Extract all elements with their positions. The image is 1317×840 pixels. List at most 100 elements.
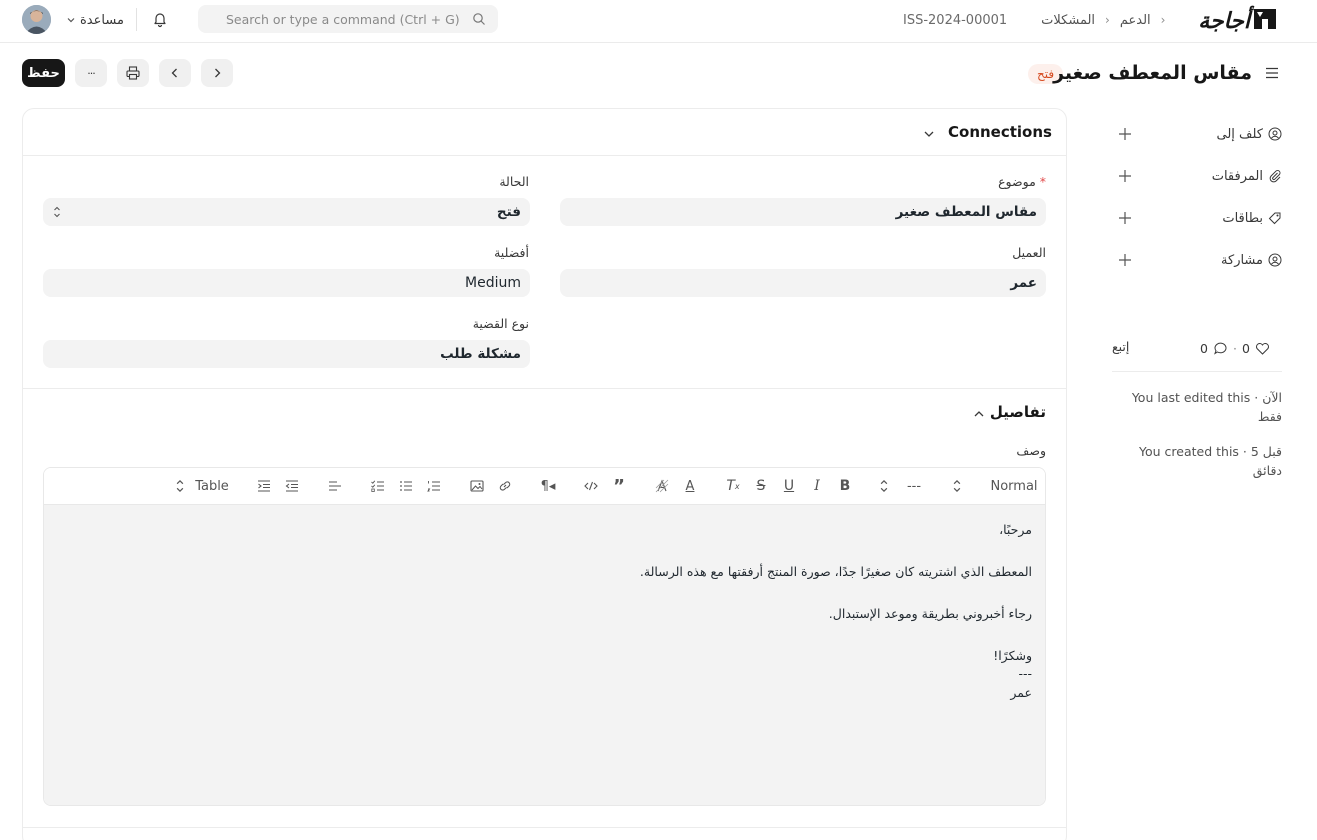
connections-title[interactable]: Connections xyxy=(948,123,1052,141)
connections-section-header[interactable] xyxy=(22,108,1067,156)
table-select[interactable]: Table xyxy=(192,477,232,495)
sidebar-item-attachments-label: المرفقات xyxy=(1211,168,1263,184)
text-direction-icon[interactable]: ¶◂ xyxy=(540,477,556,495)
chevron-down-icon xyxy=(67,18,75,23)
editor-line: عمر xyxy=(1010,685,1032,700)
chevron-down-icon[interactable] xyxy=(922,127,936,141)
user-avatar[interactable] xyxy=(22,5,51,34)
status-value: فتح xyxy=(496,204,521,220)
heart-icon[interactable] xyxy=(1255,341,1270,356)
align-icon[interactable] xyxy=(327,477,343,495)
status-label: الحالة xyxy=(499,174,529,189)
section-divider xyxy=(22,827,1067,828)
separator-dot: · xyxy=(1232,340,1237,356)
indent-icon[interactable] xyxy=(256,477,272,495)
next-button[interactable] xyxy=(201,59,233,87)
subject-field[interactable]: مقاس المعطف صغير xyxy=(560,198,1046,226)
issue-type-value: مشكلة طلب xyxy=(440,346,521,362)
issue-type-label: نوع القضية xyxy=(472,316,529,331)
header-select[interactable]: Normal xyxy=(990,477,1038,495)
follow-button[interactable]: إتبع xyxy=(1112,339,1129,354)
issue-type-field[interactable]: مشكلة طلب xyxy=(43,340,530,368)
more-options-button[interactable]: ··· xyxy=(75,59,107,87)
sidebar-item-attachments-label-wrap: المرفقات xyxy=(1212,166,1282,186)
sidebar-item-tags-label-wrap: بطاقات xyxy=(1222,208,1282,228)
description-label: وصف xyxy=(1016,443,1046,458)
search-bar[interactable] xyxy=(198,5,498,33)
tag-icon xyxy=(1268,212,1281,225)
paperclip-icon xyxy=(1269,170,1281,183)
blockquote-icon[interactable]: ” xyxy=(611,476,627,497)
subject-value: مقاس المعطف صغير xyxy=(895,204,1037,220)
bold-icon[interactable]: B xyxy=(837,477,853,495)
activity-created: You created this · قبل 5 دقائق xyxy=(1139,444,1282,478)
clear-format-icon[interactable]: Tx xyxy=(725,477,741,495)
outdent-icon[interactable] xyxy=(284,477,300,495)
page-title: مقاس المعطف صغير xyxy=(1053,62,1252,84)
editor-line: رجاء أخبروني بطريقة وموعد الإستبدال. xyxy=(828,606,1032,621)
plus-icon[interactable] xyxy=(1117,210,1133,226)
description-editor[interactable]: Normal --- B I U S Tx A ” ¶◂ Table مرحبً… xyxy=(43,467,1046,806)
strikethrough-icon[interactable]: S xyxy=(753,477,769,495)
chevron-up-icon[interactable] xyxy=(972,407,986,421)
plus-icon[interactable] xyxy=(1117,126,1133,142)
plus-icon[interactable] xyxy=(1117,252,1133,268)
editor-content[interactable]: مرحبًا، المعطف الذي اشتريته كان صغيرًا ج… xyxy=(44,505,1045,805)
editor-line: --- xyxy=(1018,666,1032,681)
comment-icon[interactable] xyxy=(1213,341,1228,356)
customer-label: العميل xyxy=(1012,245,1046,260)
required-mark: * xyxy=(1039,174,1046,189)
breadcrumb-support[interactable]: الدعم xyxy=(1120,13,1151,28)
italic-icon[interactable]: I xyxy=(809,477,825,495)
size-select[interactable]: --- xyxy=(902,477,926,495)
select-arrows-icon[interactable] xyxy=(173,477,187,495)
sidebar-item-share-label: مشاركة xyxy=(1221,252,1263,268)
background-color-icon[interactable] xyxy=(654,477,670,495)
bullet-list-icon[interactable] xyxy=(398,477,414,495)
subject-label: * موضوع xyxy=(998,174,1046,189)
print-button[interactable] xyxy=(117,59,149,87)
section-divider xyxy=(22,388,1067,389)
app-logo[interactable]: أجاجة xyxy=(1184,3,1280,35)
breadcrumb-issues[interactable]: المشكلات xyxy=(1041,13,1095,28)
subject-label-text: موضوع xyxy=(998,174,1036,189)
checklist-icon[interactable] xyxy=(370,477,386,495)
underline-icon[interactable]: U xyxy=(781,477,797,495)
sidebar-item-assign-label: كلف إلى xyxy=(1216,126,1264,142)
activity-last-edited: You last edited this · الآن فقط xyxy=(1131,390,1282,424)
link-icon[interactable] xyxy=(497,477,513,495)
menu-icon[interactable] xyxy=(1264,65,1280,81)
likes-count: 0 xyxy=(1241,340,1250,356)
search-input[interactable] xyxy=(226,11,466,27)
sidebar-item-share-label-wrap: مشاركة xyxy=(1221,250,1282,270)
breadcrumb: ISS-2024-00001 المشكلات › الدعم › xyxy=(903,10,1165,30)
priority-field[interactable]: Medium xyxy=(43,269,530,297)
code-icon[interactable] xyxy=(583,477,599,495)
sidebar-item-assign[interactable]: كلف إلى xyxy=(1112,124,1282,144)
editor-line: مرحبًا، xyxy=(999,522,1032,537)
engagement-stats: 0 · 0 xyxy=(1200,339,1270,357)
status-select[interactable]: فتح xyxy=(43,198,530,226)
select-arrows-icon[interactable] xyxy=(950,477,964,495)
header-select-label: Normal xyxy=(990,478,1038,494)
save-label: حفظ xyxy=(27,65,60,81)
select-arrows-icon[interactable] xyxy=(877,477,891,495)
image-icon[interactable] xyxy=(469,477,485,495)
customer-field[interactable]: عمر xyxy=(560,269,1046,297)
user-plus-icon xyxy=(1268,253,1282,267)
help-dropdown[interactable]: مساعدة xyxy=(66,10,124,30)
plus-icon[interactable] xyxy=(1117,168,1133,184)
breadcrumb-issue-id[interactable]: ISS-2024-00001 xyxy=(903,13,1007,28)
bell-icon[interactable] xyxy=(151,10,169,28)
ordered-list-icon[interactable] xyxy=(426,477,442,495)
sidebar-item-attachments[interactable]: المرفقات xyxy=(1112,166,1282,186)
sidebar-item-assign-label-wrap: كلف إلى xyxy=(1217,124,1283,144)
details-title[interactable]: تفاصيل xyxy=(990,403,1046,421)
previous-button[interactable] xyxy=(159,59,191,87)
sidebar-item-tags[interactable]: بطاقات xyxy=(1112,208,1282,228)
sidebar-item-share[interactable]: مشاركة xyxy=(1112,250,1282,270)
select-arrows-icon xyxy=(54,206,60,218)
search-icon xyxy=(473,13,485,25)
text-color-icon[interactable]: A xyxy=(682,477,698,495)
save-button[interactable]: حفظ xyxy=(22,59,65,87)
